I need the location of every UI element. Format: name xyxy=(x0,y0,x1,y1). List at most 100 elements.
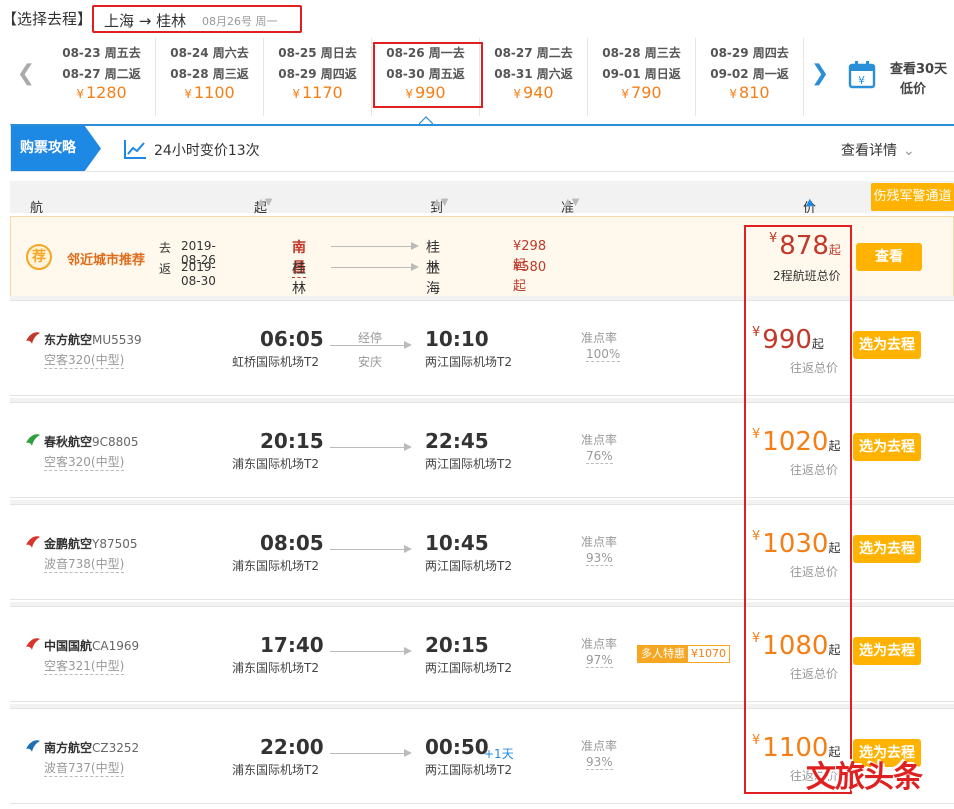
airline-name: 东方航空MU5539 xyxy=(44,333,142,347)
sort-icon: ▲▼ xyxy=(257,197,273,208)
view-30-days-label: 查看30天 xyxy=(890,62,948,77)
date-price: ¥1170 xyxy=(292,83,343,102)
ret-key: 返 xyxy=(159,262,172,276)
arrival-airport: 两江国际机场T2 xyxy=(425,763,512,777)
date-return: 08-27 周二返 xyxy=(62,67,141,81)
selected-date-caret-icon xyxy=(419,116,433,124)
sort-icon: ▲▼ xyxy=(564,197,580,208)
date-option[interactable]: 08-27 周二去 08-31 周六返 ¥940 xyxy=(480,38,588,116)
arrival-time: 00:50 xyxy=(425,735,489,759)
sort-asc-icon: ▲ xyxy=(806,197,814,208)
date-go: 08-25 周日去 xyxy=(278,46,357,60)
aircraft-type[interactable]: 空客321(中型) xyxy=(44,657,125,675)
select-outbound-button[interactable]: 选为去程 xyxy=(853,637,921,665)
airline-name: 南方航空CZ3252 xyxy=(44,741,140,755)
date-return: 08-28 周三返 xyxy=(170,67,249,81)
date-go: 08-23 周五去 xyxy=(62,46,141,60)
departure-time: 20:15 xyxy=(260,429,324,453)
recommend-badge: 荐 xyxy=(26,244,52,270)
guide-bar: 购票攻略 24小时变价13次 查看详情 ⌄ xyxy=(10,124,954,172)
ontime-rate[interactable]: 100% xyxy=(586,347,621,362)
ret-date: 2019-08-30 xyxy=(181,260,216,288)
date-price: ¥1100 xyxy=(184,83,235,102)
route-arrow xyxy=(331,242,419,250)
price-column-highlight xyxy=(744,225,852,794)
airline-logo-icon xyxy=(26,536,40,548)
date-option[interactable]: 08-25 周日去 08-29 周四返 ¥1170 xyxy=(264,38,372,116)
low-price-label: 低价 xyxy=(900,82,927,97)
view-details-link[interactable]: 查看详情 ⌄ xyxy=(841,140,915,160)
airline-logo-icon xyxy=(26,638,40,650)
arrival-time: 10:45 xyxy=(425,531,489,555)
view-30-days-button[interactable]: ¥ 查看30天 低价 xyxy=(838,38,954,116)
ontime-label: 准点率 xyxy=(581,331,618,345)
ontime-rate[interactable]: 97% xyxy=(586,653,613,668)
date-go: 08-24 周六去 xyxy=(170,46,249,60)
arrival-time: 10:10 xyxy=(425,327,489,351)
military-channel-button[interactable]: 伤残军警通道 xyxy=(871,183,954,211)
calendar-icon: ¥ xyxy=(848,61,876,89)
select-outbound-label: 【选择去程】 xyxy=(2,10,93,28)
route-arrow xyxy=(331,263,419,271)
flight-table-header: 航班信息 起飞时间▲▼ 到达时间▲▼ 准点率▲▼ 价格▲ xyxy=(10,181,954,273)
aircraft-type[interactable]: 波音737(中型) xyxy=(44,759,125,777)
select-outbound-button[interactable]: 选为去程 xyxy=(853,535,921,563)
ret-price: ¥580起 xyxy=(513,260,547,294)
next-day-badge: +1天 xyxy=(484,747,514,761)
aircraft-type[interactable]: 空客320(中型) xyxy=(44,453,125,471)
date-option[interactable]: 08-28 周三去 09-01 周日返 ¥790 xyxy=(588,38,696,116)
date-price: ¥810 xyxy=(729,83,770,102)
airline-logo-icon xyxy=(26,434,40,446)
price-change-text: 24小时变价13次 xyxy=(154,143,260,159)
departure-time: 08:05 xyxy=(260,531,324,555)
stopover-label: 经停 xyxy=(358,331,383,345)
route-text: 上海 → 桂林 xyxy=(104,12,187,30)
airline-logo-icon xyxy=(26,740,40,752)
arrival-airport: 两江国际机场T2 xyxy=(425,355,512,369)
prev-dates-arrow-icon[interactable]: ❮ xyxy=(10,54,42,94)
date-option[interactable]: 08-24 周六去 08-28 周三返 ¥1100 xyxy=(156,38,264,116)
selected-date-highlight xyxy=(373,42,483,108)
departure-airport: 浦东国际机场T2 xyxy=(232,457,319,471)
date-price: ¥940 xyxy=(513,83,554,102)
view-button[interactable]: 查看 xyxy=(856,243,922,271)
watermark-logo: 文旅头条 xyxy=(806,760,923,795)
departure-time: 22:00 xyxy=(260,735,324,759)
departure-airport: 虹桥国际机场T2 xyxy=(232,355,319,369)
aircraft-type[interactable]: 空客320(中型) xyxy=(44,351,125,369)
airline-name: 金鹏航空Y87505 xyxy=(44,537,138,551)
flight-arrow xyxy=(330,647,412,655)
date-return: 08-29 周四返 xyxy=(278,67,357,81)
ontime-label: 准点率 xyxy=(581,535,618,549)
date-return: 08-31 周六返 xyxy=(494,67,573,81)
select-outbound-button[interactable]: 选为去程 xyxy=(853,331,921,359)
ontime-rate[interactable]: 93% xyxy=(586,755,613,770)
date-return: 09-02 周一返 xyxy=(710,67,789,81)
arrival-time: 20:15 xyxy=(425,633,489,657)
arrival-airport: 两江国际机场T2 xyxy=(425,559,512,573)
ontime-rate[interactable]: 76% xyxy=(586,449,613,464)
go-key: 去 xyxy=(159,241,172,255)
ontime-rate[interactable]: 93% xyxy=(586,551,613,566)
stopover-city: 安庆 xyxy=(358,355,383,369)
svg-text:¥: ¥ xyxy=(858,74,865,87)
departure-time: 17:40 xyxy=(260,633,324,657)
date-price: ¥790 xyxy=(621,83,662,102)
select-outbound-button[interactable]: 选为去程 xyxy=(853,433,921,461)
date-option[interactable]: 08-29 周四去 09-02 周一返 ¥810 xyxy=(696,38,804,116)
group-discount-tag[interactable]: 多人特惠 ¥1070 xyxy=(637,645,730,663)
arrival-airport: 两江国际机场T2 xyxy=(425,661,512,675)
aircraft-type[interactable]: 波音738(中型) xyxy=(44,555,125,573)
date-option[interactable]: 08-23 周五去 08-27 周二返 ¥1280 xyxy=(48,38,156,116)
departure-time: 06:05 xyxy=(260,327,324,351)
next-dates-arrow-icon[interactable]: ❯ xyxy=(806,54,834,94)
date-go: 08-28 周三去 xyxy=(602,46,681,60)
ret-from-city: 桂林 xyxy=(292,261,306,297)
sort-icon: ▲▼ xyxy=(433,197,449,208)
route-highlight: 上海 → 桂林 08月26号 周一 xyxy=(92,5,302,33)
ticket-guide-tab[interactable]: 购票攻略 xyxy=(11,126,101,171)
date-return: 09-01 周日返 xyxy=(602,67,681,81)
ontime-label: 准点率 xyxy=(581,433,618,447)
ret-to-city: 上海 xyxy=(426,261,440,297)
page-header: 【选择去程】 上海 → 桂林 08月26号 周一 xyxy=(0,0,954,38)
